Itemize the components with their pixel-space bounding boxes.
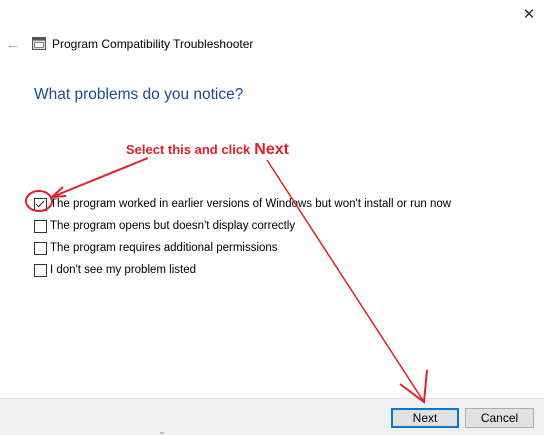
option-worked-earlier[interactable]: The program worked in earlier versions o…: [34, 193, 451, 215]
page-heading: What problems do you notice?: [34, 86, 244, 103]
annotation-text: Select this and click Next: [126, 141, 289, 159]
back-button[interactable]: ←: [4, 35, 22, 53]
annotation-pointer-line: [51, 157, 149, 198]
footer-bar: Next Cancel: [0, 398, 544, 435]
close-icon: ✕: [522, 6, 536, 23]
annotation-emphasis: Next: [254, 141, 289, 158]
troubleshooter-app-icon: [32, 37, 46, 50]
close-button[interactable]: ✕: [518, 4, 540, 24]
option-checkbox[interactable]: [34, 197, 47, 211]
option-label: I don't see my problem listed: [50, 264, 197, 276]
window-title: Program Compatibility Troubleshooter: [52, 37, 254, 51]
option-label: The program worked in earlier versions o…: [50, 198, 452, 210]
option-not-listed[interactable]: I don't see my problem listed: [34, 259, 451, 281]
cancel-button[interactable]: Cancel: [465, 408, 534, 428]
option-label: The program opens but doesn't display co…: [50, 220, 296, 232]
annotation-instruction: Select this and click: [126, 142, 251, 157]
next-button[interactable]: Next: [391, 408, 459, 428]
option-checkbox[interactable]: [34, 241, 47, 255]
option-checkbox[interactable]: [34, 219, 47, 233]
option-display-incorrect[interactable]: The program opens but doesn't display co…: [34, 215, 451, 237]
left-arrow-icon: ←: [5, 35, 21, 53]
option-label: The program requires additional permissi…: [50, 242, 278, 254]
option-checkbox[interactable]: [34, 263, 47, 277]
option-additional-permissions[interactable]: The program requires additional permissi…: [34, 237, 451, 259]
problem-options-list: The program worked in earlier versions o…: [34, 193, 451, 281]
